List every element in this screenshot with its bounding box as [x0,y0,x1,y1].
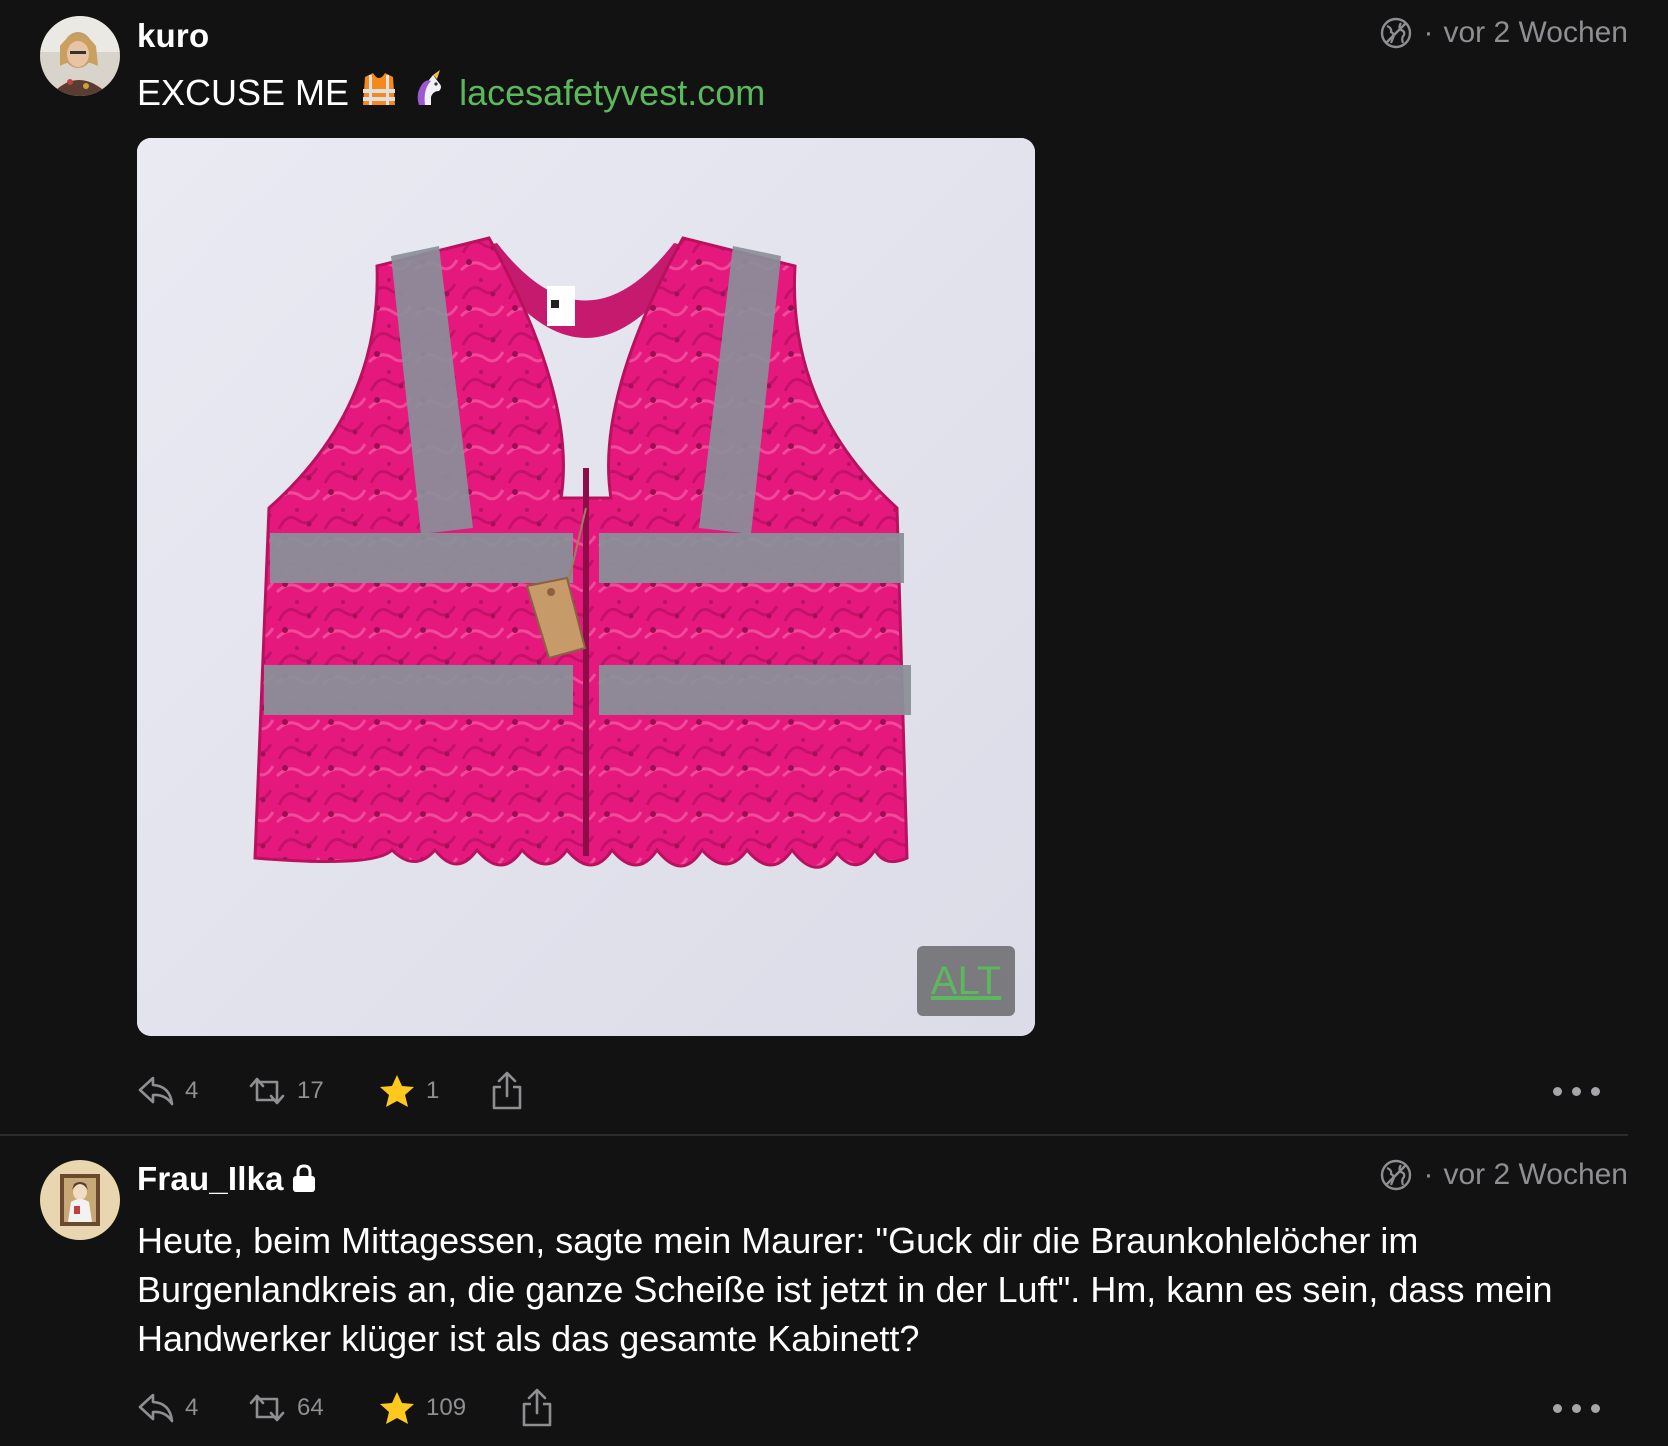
star-icon [380,1075,414,1107]
username[interactable]: kuro [137,17,209,55]
post-meta: · vor 2 Wochen [1379,16,1628,50]
media-attachment[interactable]: ALT [137,138,1035,1036]
reply-button[interactable]: 4 [137,1074,247,1108]
reply-icon [138,1076,174,1106]
boost-count: 64 [297,1394,324,1421]
meta-separator: · [1423,16,1434,49]
meta-separator: · [1423,1158,1434,1191]
reply-count: 4 [185,1394,199,1421]
boost-icon [249,1077,285,1105]
more-options-button[interactable] [1553,1403,1628,1413]
reply-icon [138,1393,174,1423]
globe-icon [1381,1159,1412,1191]
globe-icon [1381,17,1412,49]
safety-vest-emoji [363,73,396,105]
vest-photo [137,138,1035,1036]
reply-count: 4 [185,1077,199,1104]
favourite-button[interactable]: 109 [378,1390,520,1426]
more-dot [1591,1086,1600,1096]
share-icon [522,1388,552,1427]
post-text: EXCUSE ME [137,72,350,113]
more-dot [1553,1086,1562,1096]
boost-button[interactable]: 17 [247,1074,378,1108]
post-content: EXCUSE ME lacesafetyvest.com [137,68,765,117]
more-dot [1572,1086,1581,1096]
post[interactable]: Frau_Ilka · vor 2 Wochen Heute, beim Mit… [0,1136,1668,1446]
share-button[interactable] [490,1071,524,1111]
avatar[interactable] [40,1160,120,1240]
reply-button[interactable]: 4 [137,1391,247,1425]
alt-text-button[interactable]: ALT [917,946,1015,1016]
share-button[interactable] [520,1388,554,1428]
favourite-count: 1 [426,1077,440,1104]
star-icon [380,1392,414,1424]
timestamp[interactable]: vor 2 Wochen [1443,1158,1628,1192]
post-text: Heute, beim Mittagessen, sagte mein Maur… [137,1220,1553,1359]
post-meta: · vor 2 Wochen [1379,1158,1628,1192]
unicorn-emoji [417,70,442,105]
share-icon [492,1071,522,1110]
more-options-button[interactable] [1553,1086,1628,1096]
action-bar: 4 17 1 [137,1066,1628,1116]
username[interactable]: Frau_Ilka [137,1160,316,1198]
post[interactable]: kuro · vor 2 Wochen EXCUSE ME lacesafety… [0,0,1668,1136]
action-bar: 4 64 109 [137,1383,1628,1433]
more-dot [1572,1403,1581,1413]
timestamp[interactable]: vor 2 Wochen [1443,16,1628,50]
boost-icon [249,1394,285,1422]
more-dot [1591,1403,1600,1413]
external-link[interactable]: lacesafetyvest.com [459,72,765,113]
favourite-count: 109 [426,1394,467,1421]
username-text: Frau_Ilka [137,1160,284,1197]
boost-count: 17 [297,1077,324,1104]
lock-icon [292,1164,315,1192]
more-dot [1553,1403,1562,1413]
avatar[interactable] [40,16,120,96]
favourite-button[interactable]: 1 [378,1073,490,1109]
boost-button[interactable]: 64 [247,1391,378,1425]
